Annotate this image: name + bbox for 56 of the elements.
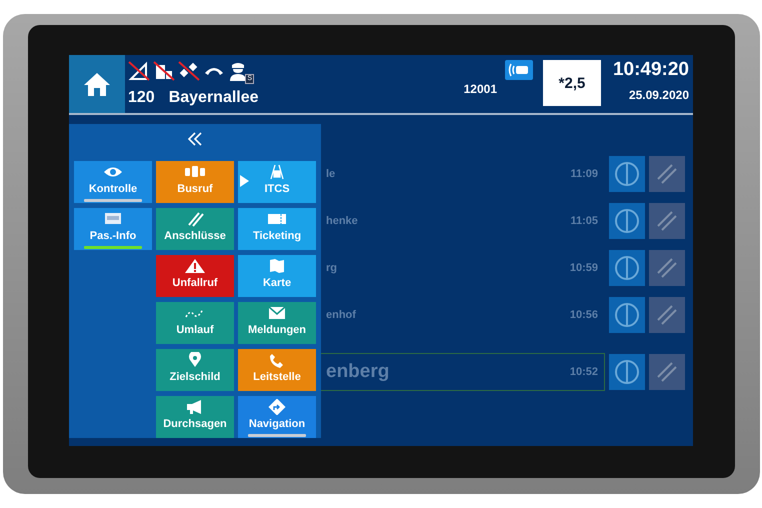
- navigation-icon: [266, 399, 288, 415]
- stop-name: rg: [326, 262, 337, 274]
- stop-time: 10:59: [570, 262, 598, 274]
- menu-tile[interactable]: Kontrolle: [74, 161, 152, 203]
- stop-name: enberg: [326, 361, 390, 383]
- info-icon: [614, 161, 640, 187]
- double-chevron-icon: [187, 131, 203, 147]
- info-button[interactable]: [609, 354, 645, 390]
- stop-time: 11:05: [570, 215, 598, 227]
- vehicle-number: 12001: [464, 82, 497, 96]
- info-button[interactable]: [609, 203, 645, 239]
- clock-time: 10:49:20: [612, 59, 689, 81]
- stop-time: 11:09: [570, 168, 598, 180]
- info-icon: [614, 302, 640, 328]
- stop-name: enhof: [326, 309, 356, 321]
- connection-button[interactable]: [649, 203, 685, 239]
- menu-tile[interactable]: Navigation: [238, 396, 316, 438]
- connection-button[interactable]: [649, 297, 685, 333]
- menu-tile[interactable]: Leitstelle: [238, 349, 316, 391]
- stop-name: henke: [326, 215, 358, 227]
- home-icon: [83, 71, 111, 97]
- buses-icon: [184, 164, 206, 180]
- menu-tile[interactable]: Karte: [238, 255, 316, 297]
- stop-time: 10:56: [570, 309, 598, 321]
- menu-tile[interactable]: Durchsagen: [156, 396, 234, 438]
- connection-button[interactable]: [649, 156, 685, 192]
- clock-date: 25.09.2020: [628, 88, 689, 102]
- ticket-icon: [266, 211, 288, 227]
- menu-tile[interactable]: Busruf: [156, 161, 234, 203]
- stop-name: Bayernallee: [168, 89, 259, 107]
- connection-button[interactable]: [649, 354, 685, 390]
- info-icon: [614, 359, 640, 385]
- menu-tile[interactable]: Umlauf: [156, 302, 234, 344]
- stop-name: le: [326, 168, 336, 180]
- card-reader-icon: [505, 60, 533, 80]
- menu-tile[interactable]: Zielschild: [156, 349, 234, 391]
- stop-time: 10:52: [570, 366, 598, 378]
- mail-icon: [266, 305, 288, 321]
- home-button[interactable]: [69, 55, 125, 113]
- info-icon: [614, 255, 640, 281]
- info-button[interactable]: [609, 156, 645, 192]
- warning-icon: [184, 258, 206, 274]
- info-button[interactable]: [609, 250, 645, 286]
- driver-icon: [228, 61, 248, 81]
- menu-tile[interactable]: Ticketing: [238, 208, 316, 250]
- menu-tile[interactable]: Anschlüsse: [156, 208, 234, 250]
- menu-tile[interactable]: Meldungen: [238, 302, 316, 344]
- fare-zone: *2,5: [543, 60, 601, 106]
- menu-tile[interactable]: ITCS: [238, 161, 316, 203]
- info-icon: [614, 208, 640, 234]
- menu-tile[interactable]: Unfallruf: [156, 255, 234, 297]
- menu-tile[interactable]: Pas.-Info: [74, 208, 152, 250]
- line-number: 120: [128, 89, 155, 107]
- info-button[interactable]: [609, 297, 645, 333]
- connection-button[interactable]: [649, 250, 685, 286]
- tft-icon: [102, 211, 124, 227]
